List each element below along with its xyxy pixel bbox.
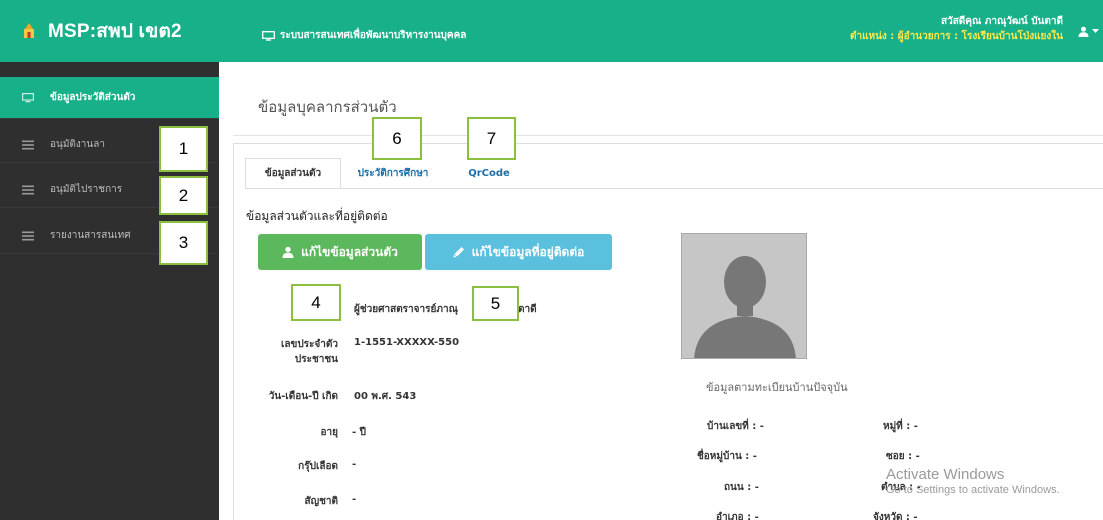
field-label-age: อายุ xyxy=(320,427,338,438)
address-moo: หมู่ที่ : - xyxy=(883,421,918,432)
section-title: ข้อมูลส่วนตัวและที่อยู่ติดต่อ xyxy=(246,209,388,223)
divider xyxy=(233,135,1103,136)
annotation-label-4: 4 xyxy=(291,284,341,321)
activate-windows-watermark: Activate Windows Go to Settings to activ… xyxy=(886,466,1060,496)
user-position: ตำแหน่ง : ผู้อำนวยการ : โรงเรียนบ้านโป่ง… xyxy=(849,31,1063,42)
watermark-subtitle: Go to Settings to activate Windows. xyxy=(886,484,1060,496)
name-value-left: ผู้ช่วยศาสตราจารย์ภาณุ xyxy=(354,304,458,315)
sidebar-item-label: รายงานสารสนเทศ xyxy=(50,230,131,241)
top-navbar: MSP:สพป เขต2 ระบบสารสนเทศเพื่อพัฒนาบริหา… xyxy=(0,0,1103,62)
pencil-icon xyxy=(453,247,464,258)
field-value-birth-date: 00 พ.ศ. 543 xyxy=(354,391,417,402)
list-icon xyxy=(22,185,34,194)
field-label-blood-type: กรุ๊ปเลือด xyxy=(298,461,338,472)
field-value-age: - ปี xyxy=(352,427,366,438)
user-menu-toggle[interactable] xyxy=(1078,26,1099,37)
tab-education-history[interactable]: ประวัติการศึกษา xyxy=(353,158,433,189)
watermark-title: Activate Windows xyxy=(886,466,1005,483)
system-title-text: ระบบสารสนเทศเพื่อพัฒนาบริหารงานบุคคล xyxy=(280,30,467,41)
address-house-no: บ้านเลขที่ : - xyxy=(707,421,764,432)
field-label-birth-date: วัน-เดือน-ปี เกิด xyxy=(268,391,338,402)
user-icon xyxy=(1078,26,1089,37)
field-label-citizen-id: เลขประจำตัว ประชาชน xyxy=(280,339,338,365)
address-village: ชื่อหมู่บ้าน : - xyxy=(697,451,757,462)
list-icon xyxy=(22,140,34,149)
address-road: ถนน : - xyxy=(724,482,759,493)
content-panel xyxy=(233,143,1103,520)
divider xyxy=(245,188,1103,189)
address-district: อำเภอ : - xyxy=(716,512,759,520)
field-value-nationality: - xyxy=(352,494,357,505)
address-soi: ซอย : - xyxy=(886,451,920,462)
field-value-blood-type: - xyxy=(352,459,357,470)
field-label-nationality: สัญชาติ xyxy=(304,496,338,507)
annotation-label-1: 1 xyxy=(159,126,208,172)
caret-down-icon xyxy=(1092,29,1099,33)
tab-personal-info[interactable]: ข้อมูลส่วนตัว xyxy=(245,158,341,189)
annotation-label-3: 3 xyxy=(159,221,208,265)
sidebar-item-personal-info[interactable]: ข้อมูลประวัติส่วนตัว xyxy=(0,77,219,119)
school-logo-icon xyxy=(24,23,34,38)
monitor-icon xyxy=(262,30,275,41)
avatar-placeholder-icon xyxy=(682,234,806,358)
edit-contact-address-button[interactable]: แก้ไขข้อมูลที่อยู่ติดต่อ xyxy=(425,234,612,270)
annotation-label-6: 6 xyxy=(372,117,422,160)
edit-personal-info-button[interactable]: แก้ไขข้อมูลส่วนตัว xyxy=(258,234,422,270)
brand[interactable]: MSP:สพป เขต2 xyxy=(0,0,219,62)
annotation-label-5: 5 xyxy=(472,286,519,321)
button-label: แก้ไขข้อมูลที่อยู่ติดต่อ xyxy=(471,244,585,259)
name-value-right: ตาดี xyxy=(518,304,537,315)
field-value-citizen-id: 1-1551-XXXXX-550 xyxy=(354,337,460,348)
system-title: ระบบสารสนเทศเพื่อพัฒนาบริหารงานบุคคล xyxy=(262,28,466,43)
brand-title: MSP:สพป เขต2 xyxy=(48,21,182,42)
user-icon xyxy=(282,246,294,258)
tab-qrcode[interactable]: QrCode xyxy=(466,158,512,189)
button-label: แก้ไขข้อมูลส่วนตัว xyxy=(301,244,398,259)
user-info: สวัสดีคุณ ภาณุวัฒน์ บันตาดี ตำแหน่ง : ผู… xyxy=(850,14,1063,44)
address-section-title: ข้อมูลตามทะเบียนบ้านปัจจุบัน xyxy=(706,381,848,394)
page-title: ข้อมูลบุคลากรส่วนตัว xyxy=(258,98,397,116)
annotation-label-2: 2 xyxy=(159,176,208,215)
monitor-icon xyxy=(22,92,34,102)
list-icon xyxy=(22,231,34,240)
annotation-label-7: 7 xyxy=(467,117,516,160)
sidebar-item-label: ข้อมูลประวัติส่วนตัว xyxy=(50,92,136,103)
address-province: จังหวัด : - xyxy=(873,512,918,520)
sidebar-item-label: อนุมัติไปราชการ xyxy=(50,184,123,195)
sidebar-item-label: อนุมัติงานลา xyxy=(50,139,106,150)
user-greeting: สวัสดีคุณ ภาณุวัฒน์ บันตาดี xyxy=(940,16,1063,27)
profile-photo xyxy=(681,233,807,359)
